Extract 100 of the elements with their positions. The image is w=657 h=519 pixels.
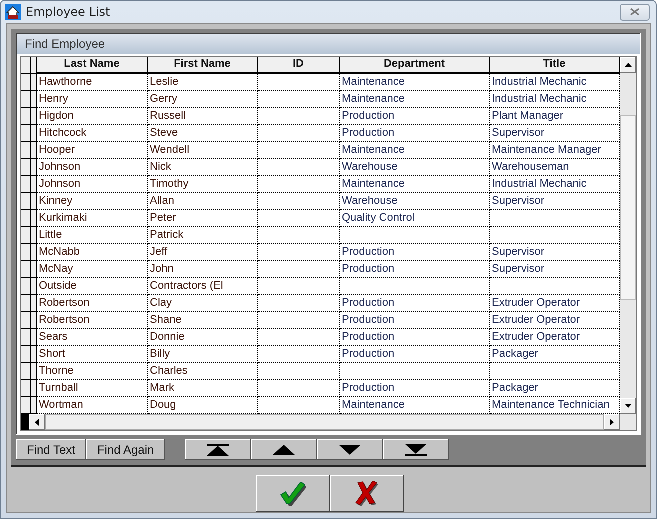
row-selector[interactable] [21,346,37,363]
table-cell: Supervisor [490,261,620,278]
row-selector[interactable] [21,244,37,261]
find-button[interactable]: Find Again [86,439,166,460]
scroll-thumb[interactable] [620,115,636,300]
table-cell: Donnie [148,329,258,346]
table-cell: Warehouseman [490,159,620,176]
table-cell: Short [37,346,148,363]
first-record-button[interactable] [185,439,252,460]
table-cell: Steve [148,125,258,142]
table-cell: Maintenance [340,397,490,414]
table-cell: Plant Manager [490,108,620,125]
right-arrow-icon [610,418,614,426]
table-cell: McNabb [37,244,148,261]
table-cell: Billy [148,346,258,363]
up-arrow-icon [624,63,632,67]
table-cell: Industrial Mechanic [490,176,620,193]
row-selector[interactable] [21,108,37,125]
table-cell: Production [340,312,490,329]
table-cell: Mark [148,380,258,397]
resize-grip[interactable] [620,414,636,430]
table-cell: Contractors (El [148,278,258,295]
table-cell: Allan [148,193,258,210]
row-selector[interactable] [21,142,37,159]
column-header[interactable]: Last Name [37,57,148,74]
row-selector[interactable] [21,227,37,244]
table-cell: Thorne [37,363,148,380]
table-cell: Johnson [37,159,148,176]
column-header[interactable]: Title [490,57,620,74]
table-cell: John [148,261,258,278]
row-selector[interactable] [21,74,37,91]
next-record-button[interactable] [317,439,384,460]
row-selector[interactable] [21,261,37,278]
table-cell: Nick [148,159,258,176]
last-record-button[interactable] [383,439,450,460]
table-cell: Production [340,380,490,397]
column-header[interactable]: First Name [148,57,258,74]
down-arrow-icon [624,404,632,408]
row-selector[interactable] [21,312,37,329]
table-cell: Higdon [37,108,148,125]
table-cell: Extruder Operator [490,312,620,329]
table-cell: Production [340,108,490,125]
table-cell: Production [340,244,490,261]
table-cell: Kinney [37,193,148,210]
scroll-down-button[interactable] [620,398,636,414]
table-cell: Supervisor [490,244,620,261]
checkmark-icon [280,482,306,506]
up-triangle-icon [273,444,296,454]
table-cell: Extruder Operator [490,295,620,312]
row-selector[interactable] [21,125,37,142]
row-selector[interactable] [21,210,37,227]
table-cell: Hawthorne [37,74,148,91]
ok-button[interactable] [256,475,330,512]
scroll-up-button[interactable] [620,57,636,73]
scroll-left-button[interactable] [29,414,45,430]
table-cell: Extruder Operator [490,329,620,346]
table-cell: Maintenance Manager [490,142,620,159]
horizontal-scrollbar[interactable] [45,414,604,430]
table-cell: Hitchcock [37,125,148,142]
table-cell: Maintenance [340,176,490,193]
table-cell: Supervisor [490,125,620,142]
table-cell: Hooper [37,142,148,159]
row-selector[interactable] [21,176,37,193]
table-cell: Sears [37,329,148,346]
table-cell: Warehouse [340,159,490,176]
previous-record-button[interactable] [251,439,318,460]
table-cell: Henry [37,91,148,108]
table-cell: Timothy [148,176,258,193]
row-selector[interactable] [21,380,37,397]
table-cell: McNay [37,261,148,278]
row-selector[interactable] [21,193,37,210]
table-cell: Production [340,125,490,142]
row-selector[interactable] [21,295,37,312]
table-cell: Clay [148,295,258,312]
table-cell: Outside [37,278,148,295]
column-header[interactable]: ID [258,57,340,74]
cancel-button[interactable] [330,475,404,512]
table-cell: Supervisor [490,193,620,210]
scroll-right-button[interactable] [604,414,620,430]
row-selector[interactable] [21,278,37,295]
row-selector[interactable] [21,159,37,176]
table-cell: Charles [148,363,258,380]
table-cell: Production [340,295,490,312]
table-cell: Peter [148,210,258,227]
table-cell: Doug [148,397,258,414]
table-cell: Wortman [37,397,148,414]
row-selector[interactable] [21,329,37,346]
table-cell: Warehouse [340,193,490,210]
row-selector[interactable] [21,91,37,108]
table-cell: Robertson [37,295,148,312]
close-button[interactable] [620,4,650,20]
find-button[interactable]: Find Text [16,439,86,460]
table-cell: Johnson [37,176,148,193]
first-record-icon [207,444,230,456]
table-cell: Maintenance Technician [490,397,620,414]
column-header[interactable]: Department [340,57,490,74]
close-icon [630,8,640,16]
row-selector[interactable] [21,363,37,380]
row-selector[interactable] [21,397,37,414]
table-cell: Production [340,329,490,346]
